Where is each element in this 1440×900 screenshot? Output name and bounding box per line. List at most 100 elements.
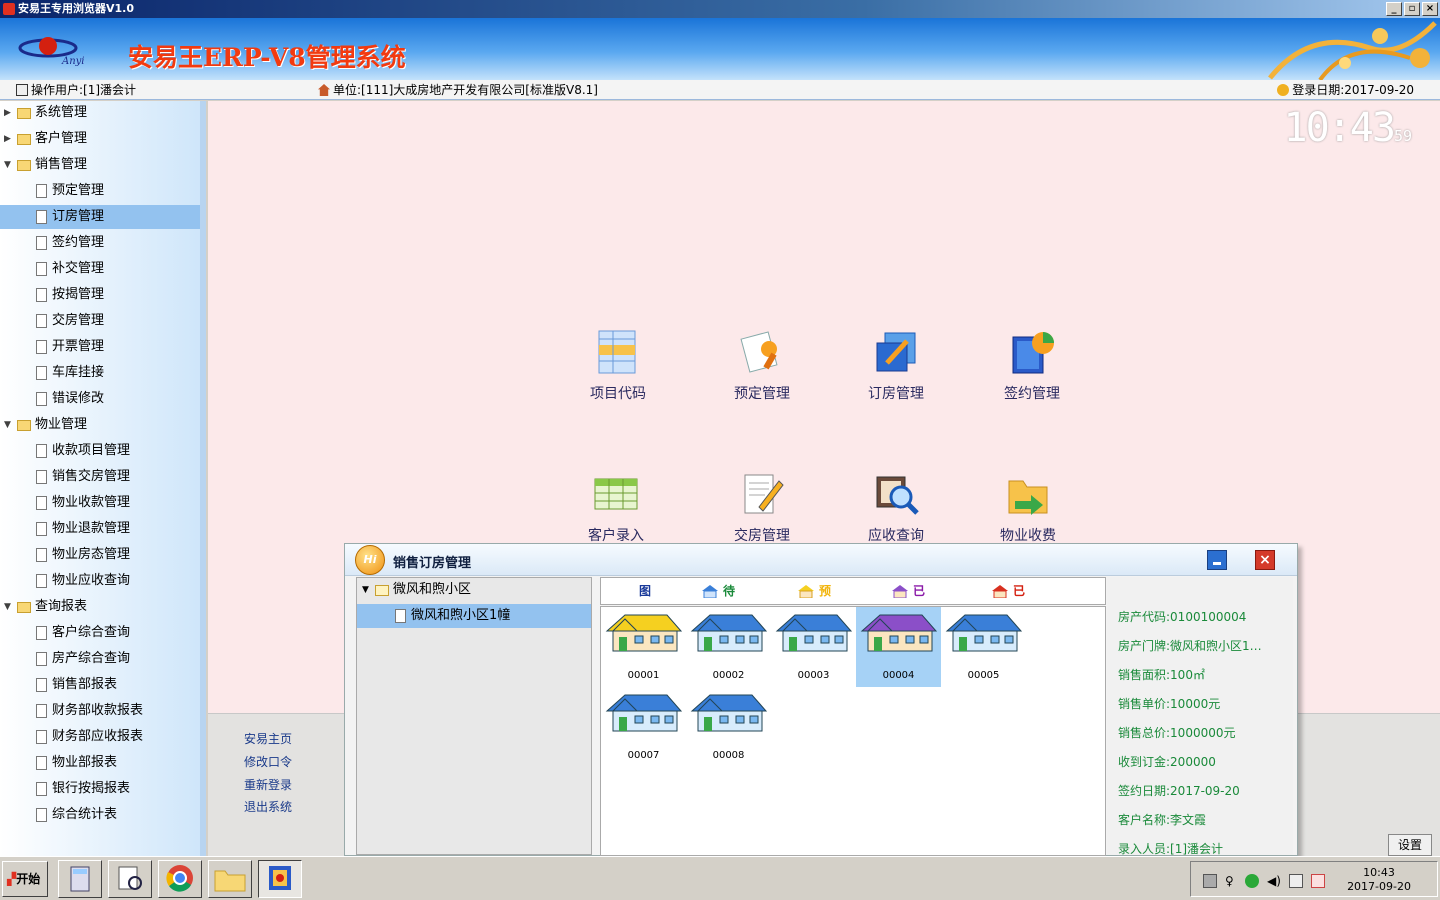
shortcut-reservation[interactable]: 预定管理 [712,329,812,403]
sidebar-item[interactable]: 交房管理 [0,309,200,333]
folder-icon [17,160,31,171]
settings-button[interactable]: 设置 [1388,834,1432,856]
shortcut-customer-entry[interactable]: 客户录入 [566,471,666,545]
house-unit[interactable]: 00005 [941,607,1026,687]
sidebar-item[interactable]: 签约管理 [0,231,200,255]
link-change-password[interactable]: 修改口令 [244,753,292,770]
sidebar-item[interactable]: 综合统计表 [0,803,200,827]
sidebar-item[interactable]: 物业收款管理 [0,491,200,515]
shortcut-handover[interactable]: 交房管理 [712,471,812,545]
volume-icon[interactable]: ◀) [1267,874,1281,888]
sidebar-folder[interactable]: ▼ 物业管理 [0,413,200,437]
shortcut-project-code[interactable]: 项目代码 [568,329,668,403]
taskbar-document-search[interactable] [108,860,152,898]
collapse-arrow-icon[interactable]: ▶ [4,127,11,151]
house-unit[interactable]: 00004 [856,607,941,687]
sidebar-item-label: 补交管理 [52,261,105,276]
sidebar-item-label: 物业收款管理 [52,495,131,510]
house-unit[interactable]: 00002 [686,607,771,687]
shortcut-booking[interactable]: 订房管理 [846,329,946,403]
sidebar-item[interactable]: 车库挂接 [0,361,200,385]
folder-icon [17,108,31,119]
windows-logo-icon: ▞ [7,872,17,886]
folder-icon [17,602,31,613]
page-icon [36,522,47,536]
sidebar-item[interactable]: 预定管理 [0,179,200,203]
sidebar-item[interactable]: 财务部收款报表 [0,699,200,723]
sidebar-folder[interactable]: ▶ 客户管理 [0,127,200,151]
company-info: 单位:[111]大成房地产开发有限公司[标准版V8.1] [318,80,598,100]
sidebar-item[interactable]: 财务部应收报表 [0,725,200,749]
sidebar-item[interactable]: 销售交房管理 [0,465,200,489]
sidebar-item[interactable]: 按揭管理 [0,283,200,307]
house-unit[interactable]: 00001 [601,607,686,687]
house-unit[interactable]: 00007 [601,687,686,767]
sidebar-item[interactable]: 收款项目管理 [0,439,200,463]
house-icon [992,585,1008,598]
sidebar-folder[interactable]: ▼ 查询报表 [0,595,200,619]
taskbar-explorer[interactable] [208,860,252,898]
page-icon [36,496,47,510]
taskbar-erp-app[interactable] [258,860,302,898]
sidebar-item[interactable]: 错误修改 [0,387,200,411]
dialog-header: Hi 销售订房管理 × [345,544,1297,576]
house-code: 00005 [967,670,1000,681]
house-icon [860,614,937,652]
network-icon[interactable] [1203,874,1217,888]
sidebar-item[interactable]: 房产综合查询 [0,647,200,671]
sidebar-item[interactable]: 补交管理 [0,257,200,281]
collapse-arrow-icon[interactable]: ▶ [4,101,11,125]
shortcut-label: 物业收费 [1000,528,1056,544]
taskbar-calculator[interactable] [58,860,102,898]
sidebar-item[interactable]: 物业退款管理 [0,517,200,541]
sidebar-folder[interactable]: ▼ 销售管理 [0,153,200,177]
link-exit[interactable]: 退出系统 [244,798,292,815]
sidebar-item[interactable]: 销售部报表 [0,673,200,697]
display-icon[interactable] [1289,874,1303,888]
house-icon [605,694,682,732]
house-unit[interactable]: 00003 [771,607,856,687]
start-button[interactable]: ▞开始 [2,861,48,897]
close-button[interactable]: × [1422,2,1438,16]
sidebar-item[interactable]: 物业部报表 [0,751,200,775]
expand-arrow-icon[interactable]: ▼ [4,153,11,177]
security-icon[interactable] [1245,874,1259,888]
sidebar-item[interactable]: 物业应收查询 [0,569,200,593]
expand-arrow-icon[interactable]: ▼ [4,595,11,619]
sidebar-item[interactable]: 订房管理 [0,205,200,229]
input-method-icon[interactable] [1311,874,1325,888]
house-icon [690,694,767,732]
sidebar-item-label: 物业房态管理 [52,547,131,562]
detail-field: 收到订金:200000 [1118,755,1216,769]
detail-field: 销售总价:1000000元 [1118,726,1236,740]
sidebar-item[interactable]: 开票管理 [0,335,200,359]
tree-item-community[interactable]: ▼ 微风和煦小区 [357,578,591,602]
taskbar-chrome[interactable] [158,860,202,898]
restore-button[interactable]: ▫ [1404,2,1420,16]
sidebar-item[interactable]: 客户综合查询 [0,621,200,645]
sidebar-item[interactable]: 银行按揭报表 [0,777,200,801]
minimize-button[interactable]: _ [1386,2,1402,16]
shortcut-property-fee[interactable]: 物业收费 [978,471,1078,545]
dialog-close-button[interactable]: × [1255,550,1275,570]
tree-item-building[interactable]: 微风和煦小区1幢 [357,604,591,628]
info-bar: 操作用户:[1]潘会计 单位:[111]大成房地产开发有限公司[标准版V8.1]… [0,80,1440,100]
shortcut-contract[interactable]: 签约管理 [982,329,1082,403]
expand-arrow-icon[interactable]: ▼ [4,413,11,437]
shortcut-receivable-query[interactable]: 应收查询 [846,471,946,545]
sidebar-item-label: 订房管理 [52,209,105,224]
dialog-minimize-button[interactable] [1207,550,1227,570]
house-icon [945,614,1022,652]
sidebar-item[interactable]: 物业房态管理 [0,543,200,567]
sidebar-folder[interactable]: ▶ 系统管理 [0,101,200,125]
detail-field: 房产门牌:微风和煦小区1… [1118,639,1262,653]
sidebar-item-label: 收款项目管理 [52,443,131,458]
taskbar-clock: 10:43 2017-09-20 [1347,866,1411,893]
link-relogin[interactable]: 重新登录 [244,776,292,793]
bulb-icon[interactable]: ♀ [1225,874,1239,888]
house-unit[interactable]: 00008 [686,687,771,767]
spreadsheet-icon [594,478,638,510]
link-home[interactable]: 安易主页 [244,730,292,747]
app-title: 安易王ERP-V8管理系统 [128,43,406,72]
sidebar-item-label: 财务部收款报表 [52,703,144,718]
